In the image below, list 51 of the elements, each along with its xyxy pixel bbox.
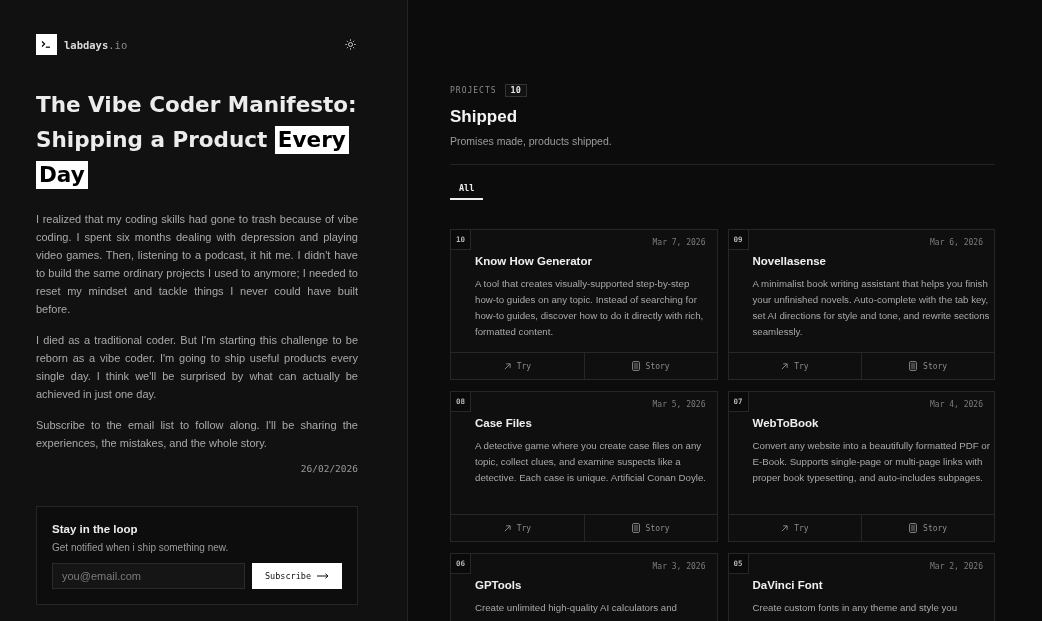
project-title: GPTools	[475, 578, 523, 592]
project-description: Create custom fonts in any theme and style you	[752, 601, 959, 615]
project-description: Convert any website into a beautifully formatted PDF or E-Book. Supports single-page or multi-page links with proper book typesetting, and auto-includes subpages.	[752, 439, 990, 485]
project-description: Create unlimited high-quality AI calculators and	[475, 601, 678, 615]
document-icon	[909, 523, 918, 533]
project-title: Case Files	[475, 416, 533, 430]
newsletter-heading: Stay in the loop	[52, 522, 139, 536]
section-label: PROJECTS	[450, 86, 497, 95]
article-date: 26/02/2026	[300, 462, 358, 476]
arrow-up-right-icon	[781, 362, 789, 370]
project-title: WebToBook	[752, 416, 820, 430]
article-paragraph: Subscribe to the email list to follow along. I'll be sharing the experiences, the mistakes, and the whole story.	[36, 418, 358, 451]
document-icon	[631, 523, 640, 533]
arrow-up-right-icon	[781, 524, 789, 532]
document-icon	[909, 361, 918, 371]
project-description: A minimalist book writing assistant that helps you finish your unfinished novels. Auto-complete with the tab key, set AI directions for style and tone, and rewrite sections seamlessly.	[752, 277, 990, 339]
project-date: Mar 7, 2026	[652, 237, 707, 248]
project-date: Mar 5, 2026	[652, 399, 707, 410]
terminal-icon	[36, 34, 57, 55]
story-button[interactable]: Story	[583, 353, 717, 379]
article-paragraph: I died as a traditional coder. But I'm starting this challenge to be reborn as a vibe coder. I'm going to ship useful products every single day. I think we'll be surprised by what can actually be achieved in just one day.	[36, 333, 358, 402]
arrow-right-icon	[317, 573, 330, 579]
subscribe-button[interactable]: Subscribe	[252, 563, 342, 589]
section-subtitle: Promises made, products shipped.	[450, 134, 613, 148]
project-title: Novellasense	[752, 254, 827, 268]
project-date: Mar 2, 2026	[930, 561, 984, 572]
arrow-up-right-icon	[503, 524, 511, 532]
project-description: A detective game where you create case files on any topic, collect clues, and examine suspects like a detective. Each case is unique. Artificial Conan Doyle.	[475, 439, 707, 485]
project-count: 10	[504, 84, 527, 97]
try-button[interactable]: Try	[451, 515, 584, 541]
project-date: Mar 3, 2026	[652, 561, 707, 572]
try-button[interactable]: Try	[728, 515, 862, 541]
brand-name: labdays.io	[64, 38, 128, 51]
story-button[interactable]: Story	[583, 515, 717, 541]
try-button[interactable]: Try	[451, 353, 584, 379]
project-title: DaVinci Font	[752, 578, 824, 592]
story-button[interactable]: Story	[861, 515, 994, 541]
project-date: Mar 6, 2026	[930, 237, 984, 248]
try-button[interactable]: Try	[728, 353, 862, 379]
arrow-up-right-icon	[503, 362, 511, 370]
newsletter-text: Get notified when i ship something new.	[52, 541, 230, 554]
story-button[interactable]: Story	[861, 353, 994, 379]
project-description: A tool that creates visually-supported step-by-step how-to guides on any topic. Instead of searching for how-to guides, discover how to do it directly with rich, formatted content.	[475, 277, 705, 339]
section-title: Shipped	[450, 106, 519, 128]
document-icon	[631, 361, 640, 371]
email-field[interactable]: you@email.com	[52, 563, 245, 589]
project-title: Know How Generator	[475, 254, 593, 268]
filter-tab[interactable]: All	[450, 178, 484, 200]
article-paragraph: I realized that my coding skills had gone to trash because of vibe coding. I spent six months dealing with depression and playing video games. Then, listening to a podcast, it hit me. I didn't have to build the same ordinary projects I used to anymore; I needed to reset my mindset and tackle things I never could have built before.	[36, 212, 358, 317]
sun-icon[interactable]	[345, 39, 356, 50]
project-date: Mar 4, 2026	[930, 399, 984, 410]
